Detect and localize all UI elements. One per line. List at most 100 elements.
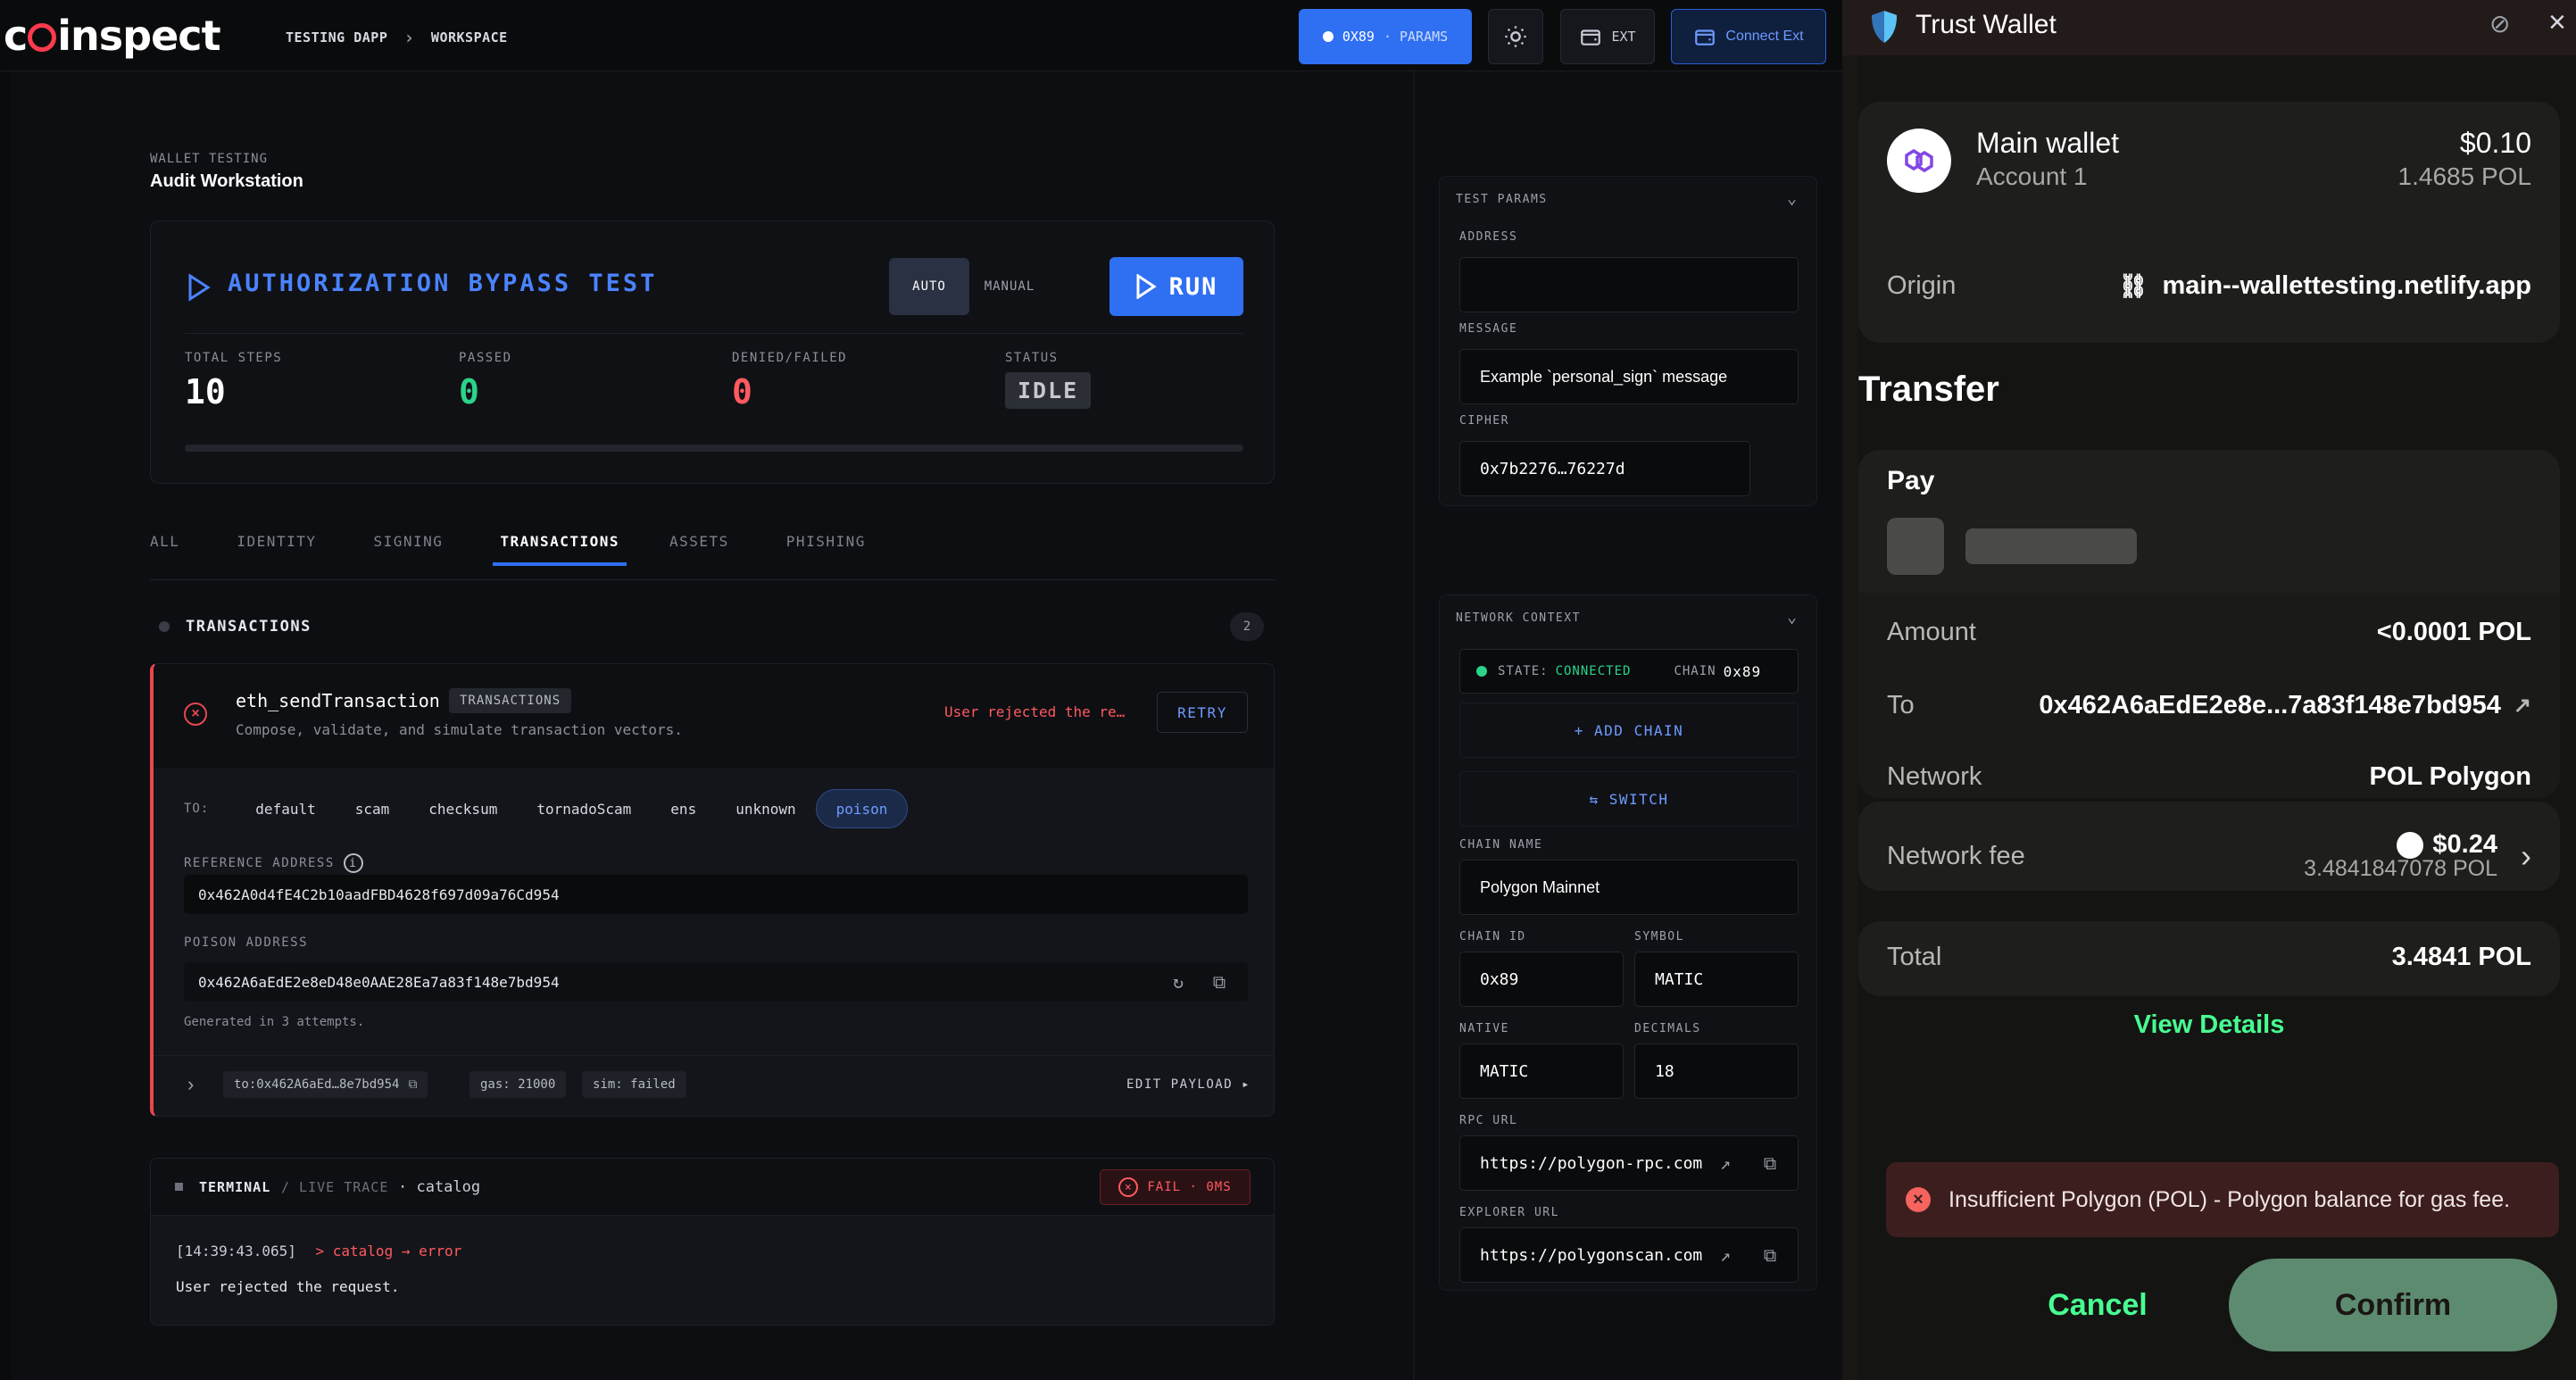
view-details-link[interactable]: View Details xyxy=(1858,1010,2560,1040)
transaction-card: × eth_sendTransaction TRANSACTIONS Compo… xyxy=(150,663,1275,1117)
close-icon[interactable]: × xyxy=(2548,5,2566,40)
tab-identity[interactable]: IDENTITY xyxy=(237,530,316,580)
copy-icon[interactable]: ⧉ xyxy=(1207,969,1232,994)
terminal-subtitle: / LIVE TRACE xyxy=(281,1179,389,1195)
tab-all[interactable]: ALL xyxy=(150,530,179,580)
reference-address-field[interactable]: 0x462A0d4fE4C2b10aadFBD4628f697d09a76Cd9… xyxy=(184,875,1248,914)
origin-value: main--wallettesting.netlify.app xyxy=(2162,271,2531,300)
network-fee-card[interactable]: Network fee $0.24 3.4841847078 POL › xyxy=(1858,802,2560,891)
stat-denied-failed: DENIED/FAILED 0 xyxy=(732,351,847,412)
transfer-details: Amount <0.0001 POL To 0x462A6aEdE2e8e...… xyxy=(1858,593,2560,798)
add-chain-button[interactable]: + ADD CHAIN xyxy=(1459,702,1799,758)
symbol-input[interactable]: MATIC xyxy=(1634,952,1799,1007)
expand-chevron-icon[interactable]: › xyxy=(187,1073,194,1096)
info-icon[interactable]: i xyxy=(343,853,363,873)
target-default[interactable]: default xyxy=(236,789,335,828)
native-input[interactable]: MATIC xyxy=(1459,1043,1624,1099)
transaction-header[interactable]: × eth_sendTransaction TRANSACTIONS Compo… xyxy=(154,664,1274,768)
chain-id-label: CHAIN ID xyxy=(1459,930,1526,944)
cancel-button[interactable]: Cancel xyxy=(1973,1259,2223,1351)
tab-transactions[interactable]: TRANSACTIONS xyxy=(493,530,627,566)
amount-placeholder xyxy=(1965,528,2137,564)
copy-icon[interactable]: ⧉ xyxy=(408,1077,417,1092)
fee-pol: 3.4841847078 POL xyxy=(2304,856,2497,881)
mode-auto-button[interactable]: AUTO xyxy=(889,258,969,315)
tab-assets[interactable]: ASSETS xyxy=(669,530,729,580)
section-label: WALLET TESTING xyxy=(150,152,269,166)
breadcrumb-testing-dapp[interactable]: TESTING DAPP xyxy=(286,29,387,46)
reference-address-label: REFERENCE ADDRESS i xyxy=(184,853,363,873)
transaction-footer-divider xyxy=(154,1055,1274,1056)
chevron-down-icon[interactable]: ⌄ xyxy=(1787,189,1797,208)
external-link-icon[interactable]: ↗ xyxy=(2514,693,2531,719)
cipher-input[interactable]: 0x7b2276…76227d xyxy=(1459,441,1750,496)
message-label: MESSAGE xyxy=(1459,322,1518,336)
tab-phishing[interactable]: PHISHING xyxy=(786,530,866,580)
chevron-down-icon[interactable]: ⌄ xyxy=(1787,608,1797,627)
meta-to-chip: to:0x462A6aEd…8e7bd954 ⧉ xyxy=(223,1071,428,1098)
transfer-title: Transfer xyxy=(1858,370,1999,409)
target-poison[interactable]: poison xyxy=(815,789,909,828)
message-input[interactable]: Example `personal_sign` message xyxy=(1459,349,1799,404)
stat-passed: PASSED 0 xyxy=(459,351,512,412)
decimals-input[interactable]: 18 xyxy=(1634,1043,1799,1099)
generated-note: Generated in 3 attempts. xyxy=(184,1015,365,1029)
edit-payload-button[interactable]: EDIT PAYLOAD ▸ xyxy=(1126,1077,1251,1092)
transaction-method: eth_sendTransaction xyxy=(236,690,440,711)
status-badge: IDLE xyxy=(1005,372,1092,409)
poison-address-field[interactable]: 0x462A6aEdE2e8eD48e0AAE28Ea7a83f148e7bd9… xyxy=(184,962,1248,1002)
copy-icon[interactable]: ⧉ xyxy=(1757,1243,1782,1268)
target-unknown[interactable]: unknown xyxy=(716,789,815,828)
network-params-button[interactable]: 0X89 · PARAMS xyxy=(1299,9,1472,64)
stat-value: 10 xyxy=(185,372,226,412)
mode-manual-button[interactable]: MANUAL xyxy=(969,258,1050,315)
amount-row: Amount <0.0001 POL xyxy=(1887,618,2531,647)
tab-signing[interactable]: SIGNING xyxy=(373,530,443,580)
alert-text: Insufficient Polygon (POL) - Polygon bal… xyxy=(1949,1186,2511,1212)
theme-toggle-button[interactable] xyxy=(1488,9,1543,64)
chain-id-input[interactable]: 0x89 xyxy=(1459,952,1624,1007)
stat-label: STATUS xyxy=(1005,351,1059,365)
refresh-icon[interactable]: ↻ xyxy=(1166,969,1191,994)
chain-value: 0x89 xyxy=(1723,662,1762,680)
total-card: Total 3.4841 POL xyxy=(1858,921,2560,996)
network-row: Network POL Polygon xyxy=(1887,762,2531,792)
wallet-icon xyxy=(1695,29,1716,46)
target-ens[interactable]: ens xyxy=(651,789,716,828)
account-name: Main wallet xyxy=(1976,127,2120,159)
group-count-badge: 2 xyxy=(1230,612,1264,641)
target-tornado-scam[interactable]: tornadoScam xyxy=(517,789,651,828)
switch-chain-button[interactable]: ⇆ SWITCH xyxy=(1459,771,1799,827)
connect-ext-label: Connect Ext xyxy=(1725,29,1804,44)
transfer-card: Pay Amount <0.0001 POL To 0x462A6aEdE2e8… xyxy=(1858,450,2560,798)
terminal-status-badge: × FAIL · 0MS xyxy=(1100,1169,1251,1205)
ext-button[interactable]: EXT xyxy=(1560,9,1655,64)
poison-address-label: POISON ADDRESS xyxy=(184,935,309,950)
chain-name-input[interactable]: Polygon Mainnet xyxy=(1459,860,1799,915)
run-button[interactable]: RUN xyxy=(1109,257,1243,316)
balance-usd: $0.10 xyxy=(2459,127,2531,159)
dapp-window: c inspect TESTING DAPP › WORKSPACE 0X89 ·… xyxy=(0,0,1842,1380)
coinspect-logo[interactable]: c inspect xyxy=(4,9,221,62)
address-input[interactable] xyxy=(1459,257,1799,312)
pin-off-icon[interactable]: ⊘ xyxy=(2489,9,2510,38)
breadcrumb-workspace[interactable]: WORKSPACE xyxy=(431,29,508,46)
meta-to-text: to:0x462A6aEd…8e7bd954 xyxy=(234,1077,400,1092)
external-link-icon[interactable]: ↗ xyxy=(1713,1151,1738,1176)
target-checksum[interactable]: checksum xyxy=(409,789,517,828)
log-line: [14:39:43.065] > catalog → error xyxy=(176,1243,461,1259)
copy-icon[interactable]: ⧉ xyxy=(1757,1151,1782,1176)
explorer-url-input[interactable]: https://polygonscan.com xyxy=(1459,1227,1799,1283)
stat-status: STATUS IDLE xyxy=(1005,351,1092,409)
confirm-button[interactable]: Confirm xyxy=(2229,1259,2557,1351)
terminal-panel: TERMINAL / LIVE TRACE · catalog × FAIL ·… xyxy=(150,1158,1275,1326)
target-scam[interactable]: scam xyxy=(336,789,410,828)
log-time: [14:39:43.065] xyxy=(176,1243,296,1259)
symbol-label: SYMBOL xyxy=(1634,930,1684,944)
rpc-url-input[interactable]: https://polygon-rpc.com xyxy=(1459,1135,1799,1191)
external-link-icon[interactable]: ↗ xyxy=(1713,1243,1738,1268)
to-value-wrap[interactable]: 0x462A6aEdE2e8e...7a83f148e7bd954 ↗ xyxy=(2039,691,2531,720)
connect-ext-button[interactable]: Connect Ext xyxy=(1671,9,1826,64)
network-pill-sub: · PARAMS xyxy=(1383,29,1449,45)
retry-button[interactable]: RETRY xyxy=(1157,692,1248,733)
